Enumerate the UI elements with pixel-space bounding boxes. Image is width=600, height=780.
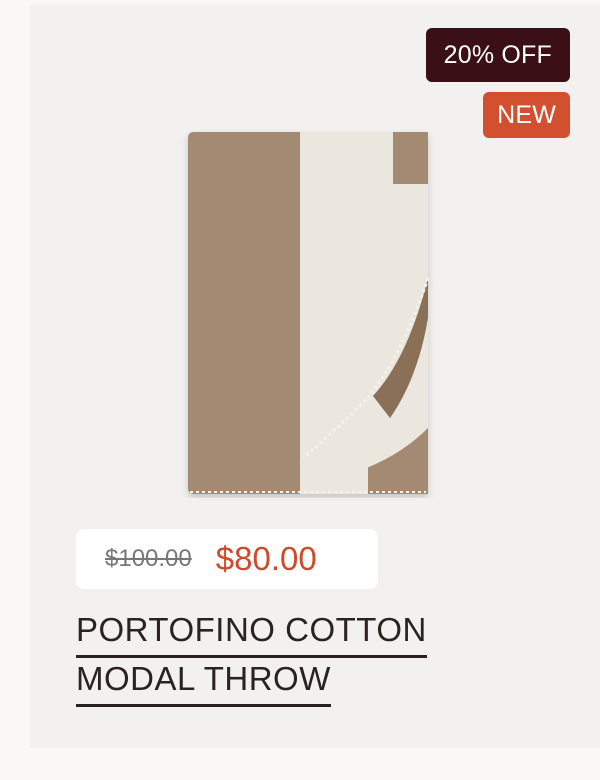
original-price: $100.00 [105, 545, 192, 572]
sale-price: $80.00 [215, 540, 317, 577]
product-title-line-2[interactable]: MODAL THROW [76, 659, 331, 707]
price-box: $100.00 $80.00 [76, 529, 378, 589]
new-badge: NEW [483, 92, 570, 138]
product-image[interactable] [178, 128, 436, 498]
discount-badge: 20% OFF [425, 28, 570, 82]
product-title-line-1[interactable]: PORTOFINO COTTON [76, 610, 427, 658]
